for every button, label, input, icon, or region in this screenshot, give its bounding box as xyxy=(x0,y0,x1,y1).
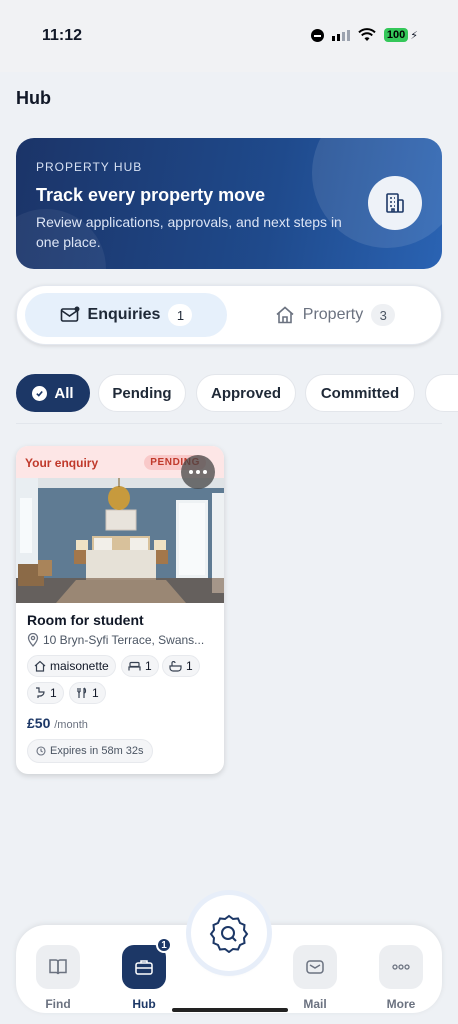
status-icons: 100 ⚡ xyxy=(310,28,418,42)
filter-all-label: All xyxy=(54,384,74,402)
card-options-button[interactable] xyxy=(181,455,215,489)
nav-hub-label: Hub xyxy=(132,997,156,1011)
battery-level: 100 xyxy=(383,28,409,42)
price-unit: /month xyxy=(54,719,88,731)
expiry-badge: Expires in 58m 32s xyxy=(27,739,153,763)
property-type-text: maisonette xyxy=(50,659,109,673)
filter-pending-label: Pending xyxy=(112,384,172,402)
charging-icon: ⚡ xyxy=(410,29,418,42)
page-title: Hub xyxy=(16,88,51,108)
card-address: 10 Bryn-Syfi Terrace, Swans... xyxy=(27,633,215,647)
book-icon xyxy=(49,959,67,975)
bathrooms-count: 1 xyxy=(186,659,193,673)
tab-enquiries[interactable]: Enquiries 1 xyxy=(25,293,227,337)
signal-icon xyxy=(331,29,350,41)
hero-subtitle: Review applications, approvals, and next… xyxy=(36,214,342,250)
filter-pending[interactable]: Pending xyxy=(98,374,186,412)
bathtub-icon xyxy=(169,660,182,672)
expiry-text: Expires in 58m 32s xyxy=(50,745,144,757)
card-title: Room for student xyxy=(27,612,144,628)
bed-icon xyxy=(128,661,141,670)
filter-approved[interactable]: Approved xyxy=(196,374,296,412)
card-label: Your enquiry xyxy=(25,456,99,470)
search-badge-icon xyxy=(209,914,249,953)
toilets-count: 1 xyxy=(50,686,57,700)
bedrooms-count: 1 xyxy=(145,659,152,673)
hub-badge: 1 xyxy=(156,937,172,953)
focus-mode-icon xyxy=(310,28,324,42)
kitchens-tag: 1 xyxy=(69,682,106,704)
briefcase-icon xyxy=(135,960,153,975)
filter-chips: All Pending Approved Committed xyxy=(16,374,458,412)
nav-more[interactable]: More xyxy=(376,945,426,1011)
nav-more-label: More xyxy=(386,997,416,1011)
filter-committed-label: Committed xyxy=(320,384,400,402)
check-icon xyxy=(32,385,48,401)
filter-committed[interactable]: Committed xyxy=(305,374,415,412)
toilet-icon xyxy=(36,687,45,698)
room-photo xyxy=(16,478,224,603)
hero-eyebrow: PROPERTY HUB xyxy=(36,160,143,174)
bathrooms-tag: 1 xyxy=(162,655,200,677)
home-icon xyxy=(34,660,46,672)
nav-find[interactable]: Find xyxy=(33,945,83,1011)
mail-icon xyxy=(60,306,80,322)
clock-icon xyxy=(36,746,46,756)
divider xyxy=(16,423,442,424)
nav-mail[interactable]: Mail xyxy=(290,945,340,1011)
card-address-text: 10 Bryn-Syfi Terrace, Swans... xyxy=(43,633,205,647)
filter-all[interactable]: All xyxy=(16,374,90,412)
tab-enquiries-label: Enquiries xyxy=(87,306,161,323)
hub-segmented-control: Enquiries 1 Property 3 xyxy=(16,285,442,345)
price-value: £50 xyxy=(27,715,51,731)
status-bar: 11:12 100 ⚡ xyxy=(0,0,458,72)
toilets-tag: 1 xyxy=(27,682,64,704)
home-indicator xyxy=(172,1008,288,1012)
hero-banner: PROPERTY HUB Track every property move R… xyxy=(16,138,442,269)
nav-mail-label: Mail xyxy=(303,997,327,1011)
kitchens-count: 1 xyxy=(92,686,99,700)
cutlery-icon xyxy=(77,687,87,698)
card-price: £50 /month xyxy=(27,715,88,731)
hero-title: Track every property move xyxy=(36,185,266,205)
location-pin-icon xyxy=(27,633,39,647)
tab-property-label: Property xyxy=(302,306,364,323)
tab-property-count: 3 xyxy=(371,304,396,326)
status-time: 11:12 xyxy=(42,27,83,44)
filter-approved-label: Approved xyxy=(210,384,281,402)
tab-property[interactable]: Property 3 xyxy=(235,293,435,337)
property-type-tag: maisonette xyxy=(27,655,116,677)
wifi-icon xyxy=(358,28,376,41)
search-fab[interactable] xyxy=(191,895,267,971)
nav-hub[interactable]: 1 Hub xyxy=(119,937,172,1011)
home-icon xyxy=(276,306,294,324)
nav-find-label: Find xyxy=(45,997,71,1011)
more-dots-icon xyxy=(392,964,410,970)
filter-more-chip[interactable] xyxy=(425,374,458,412)
building-icon xyxy=(368,176,422,230)
enquiry-card[interactable]: Your enquiry PENDING Room for student 10… xyxy=(16,446,224,774)
mail-icon xyxy=(306,960,324,974)
tab-enquiries-count: 1 xyxy=(168,304,193,326)
bedrooms-tag: 1 xyxy=(121,655,159,677)
